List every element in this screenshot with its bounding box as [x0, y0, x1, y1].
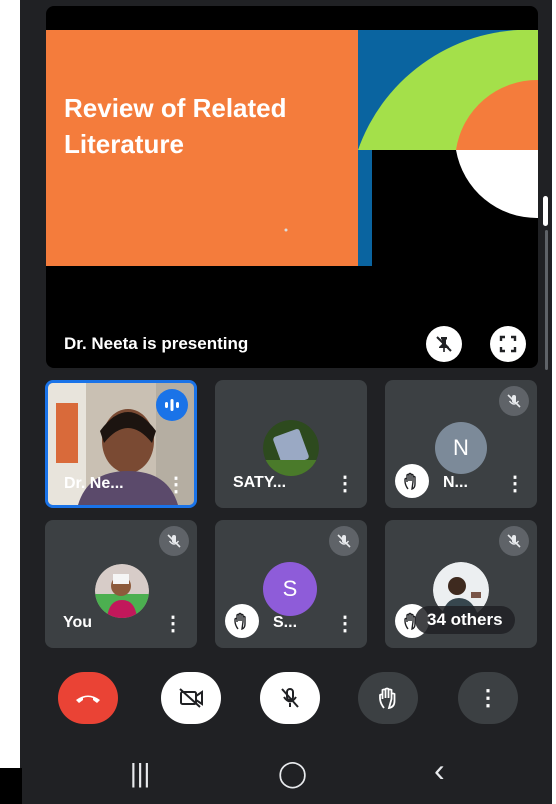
participant-avatar: [95, 564, 149, 618]
unpin-button[interactable]: [426, 326, 462, 362]
raise-hand-button[interactable]: [358, 672, 418, 724]
presenting-label: Dr. Neeta is presenting: [64, 334, 249, 353]
speaking-indicator: [156, 389, 188, 421]
others-count-label[interactable]: 34 others: [415, 606, 515, 634]
fullscreen-button[interactable]: [490, 326, 526, 362]
recent-apps-button[interactable]: |||: [130, 758, 150, 789]
phone-hangup-icon: [76, 695, 100, 703]
participant-tile[interactable]: Dr. Ne... ⋮: [45, 380, 197, 508]
more-options-button[interactable]: ⋮: [458, 672, 518, 724]
participant-tile[interactable]: N N... ⋮: [385, 380, 537, 508]
participant-avatar: S: [263, 562, 317, 616]
presentation-view[interactable]: Review of Related Literature Dr. Neeta i…: [46, 6, 538, 368]
end-call-button[interactable]: [58, 672, 118, 724]
participant-menu-button[interactable]: ⋮: [163, 614, 183, 634]
mic-toggle-button[interactable]: [260, 672, 320, 724]
audio-level-icon: [165, 399, 179, 411]
slide-title: Review of Related Literature: [64, 93, 287, 159]
participant-tile[interactable]: S S... ⋮: [215, 520, 367, 648]
mic-muted-icon: [499, 386, 529, 416]
mic-muted-icon: [159, 526, 189, 556]
system-navigation-bar: ||| ◯ ‹: [20, 742, 552, 804]
scroll-track: [545, 230, 548, 370]
participant-name: N...: [443, 474, 468, 491]
edge-bar: [0, 768, 22, 804]
participant-tile[interactable]: SATY... ⋮: [215, 380, 367, 508]
participant-name: You: [63, 614, 93, 631]
pin-off-icon: [436, 336, 452, 352]
raise-hand-icon: [379, 687, 396, 710]
scroll-indicator[interactable]: [543, 196, 548, 226]
home-button[interactable]: ◯: [278, 758, 307, 789]
raised-hand-icon: [225, 604, 259, 638]
camera-off-icon: [179, 688, 203, 708]
participant-menu-button[interactable]: ⋮: [335, 474, 355, 494]
meet-screen: Review of Related Literature Dr. Neeta i…: [20, 0, 552, 804]
camera-toggle-button[interactable]: [161, 672, 221, 724]
fullscreen-icon: [499, 335, 517, 353]
participant-tile[interactable]: You ⋮: [45, 520, 197, 648]
participant-tile[interactable]: 34 others: [385, 520, 537, 648]
participant-name: SATY...: [233, 474, 287, 491]
participant-menu-button[interactable]: ⋮: [166, 475, 186, 495]
mic-muted-icon: [329, 526, 359, 556]
more-vert-icon: ⋮: [477, 685, 499, 710]
back-button[interactable]: ‹: [434, 752, 445, 789]
participant-menu-button[interactable]: ⋮: [505, 474, 525, 494]
raised-hand-icon: [395, 464, 429, 498]
participant-name: Dr. Ne...: [64, 475, 124, 492]
mic-off-icon: [281, 688, 299, 708]
participant-avatar: [263, 420, 319, 476]
mic-muted-icon: [499, 526, 529, 556]
participant-avatar: N: [435, 422, 487, 474]
participant-name: S...: [273, 614, 298, 631]
participant-menu-button[interactable]: ⋮: [335, 614, 355, 634]
